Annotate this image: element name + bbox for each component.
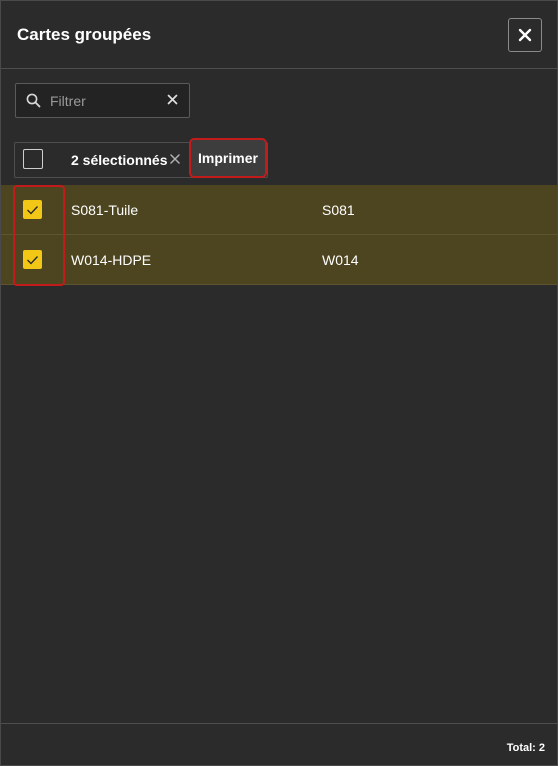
card-name: W014-HDPE (71, 252, 152, 268)
dialog-title: Cartes groupées (17, 25, 152, 44)
selection-count: 2 sélectionnés (71, 152, 168, 168)
card-code: W014 (322, 252, 359, 268)
card-code: S081 (322, 202, 355, 218)
check-icon (27, 255, 39, 265)
dialog-header: Cartes groupées (1, 1, 557, 69)
select-all-checkbox[interactable] (23, 149, 43, 169)
close-icon (518, 28, 532, 42)
card-name: S081-Tuile (71, 202, 139, 218)
dialog-footer: Total: 2 (1, 723, 557, 766)
clear-icon[interactable] (167, 94, 178, 105)
search-icon (26, 93, 41, 108)
print-button[interactable]: Imprimer (191, 140, 265, 176)
grouped-cards-dialog: Cartes groupées 2 sélectionnés Imprimer (0, 0, 558, 766)
list-item[interactable]: W014-HDPE W014 (1, 235, 557, 285)
row-checkbox[interactable] (23, 200, 42, 219)
row-checkbox[interactable] (23, 250, 42, 269)
list-item[interactable]: S081-Tuile S081 (1, 185, 557, 235)
close-button[interactable] (508, 18, 542, 52)
total-count: Total: 2 (506, 742, 545, 754)
filter-input[interactable] (48, 90, 162, 112)
clear-selection-icon[interactable] (170, 154, 180, 164)
filter-field[interactable] (15, 83, 190, 118)
check-icon (27, 205, 39, 215)
card-list: S081-Tuile S081 W014-HDPE W014 (1, 185, 557, 285)
